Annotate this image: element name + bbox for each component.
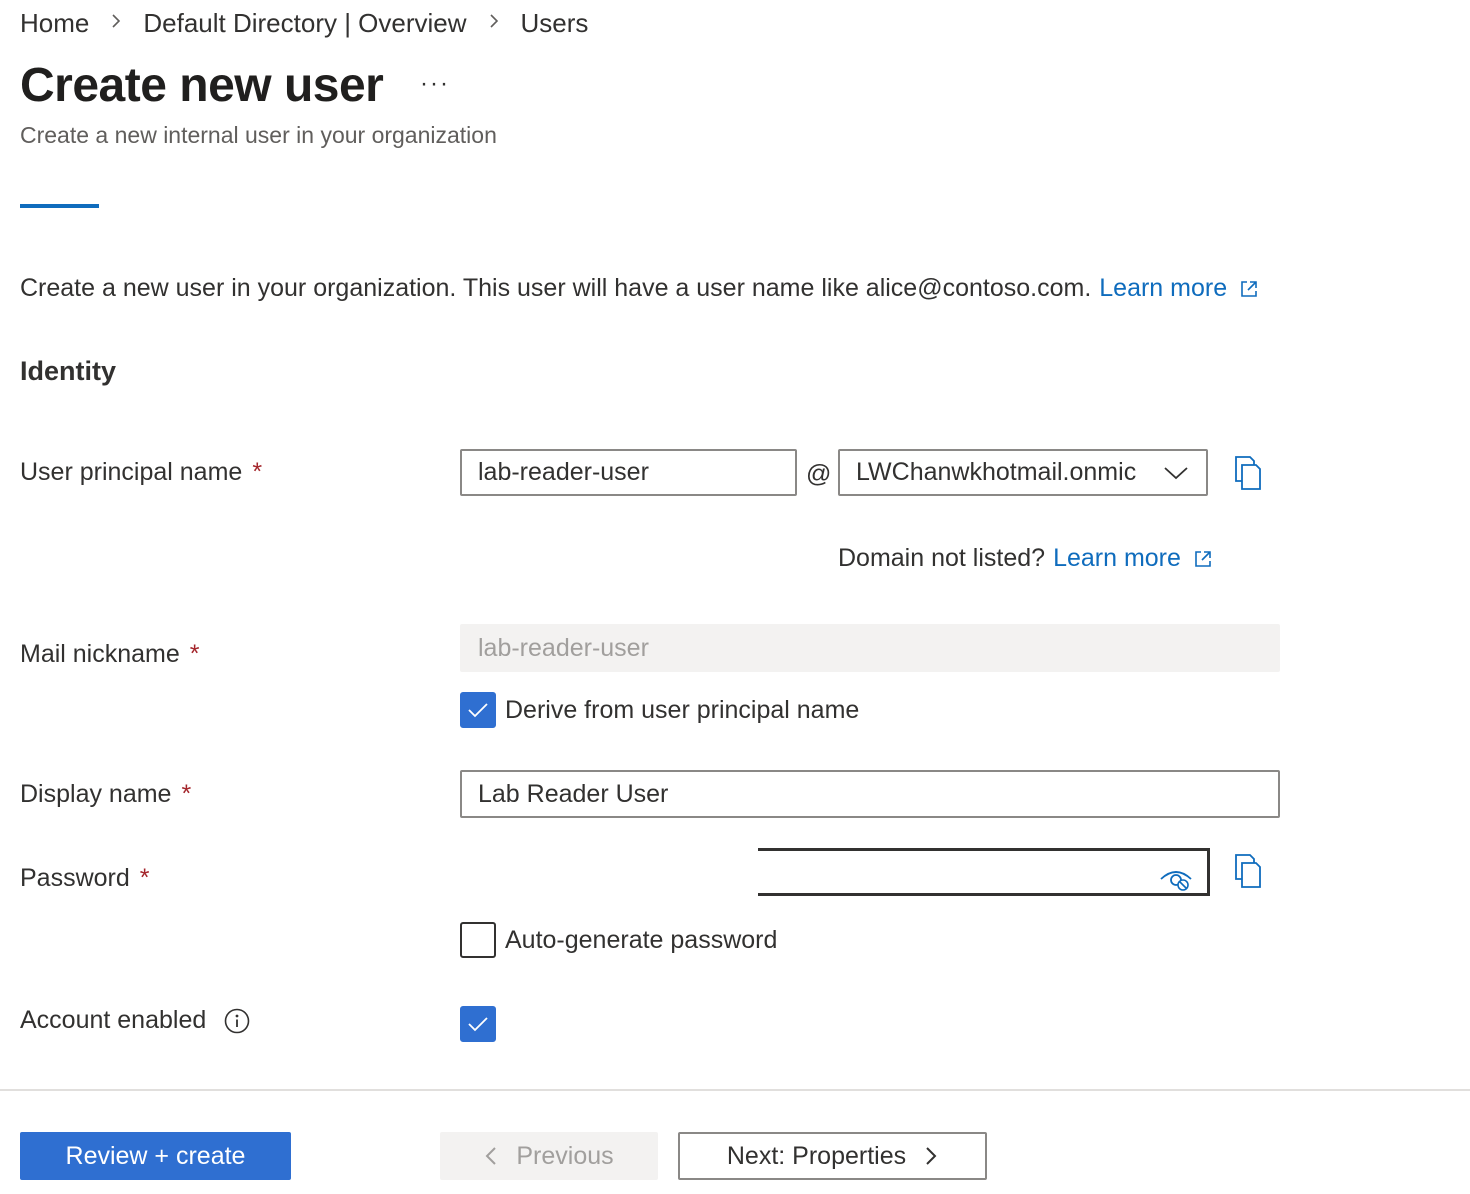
previous-label: Previous <box>516 1141 614 1170</box>
mail-nickname-label: Mail nickname * <box>20 640 200 669</box>
breadcrumb-users[interactable]: Users <box>521 8 589 39</box>
domain-not-listed-note: Domain not listed? Learn more <box>838 544 1213 573</box>
at-symbol: @ <box>806 460 832 488</box>
domain-learn-more-link[interactable]: Learn more <box>1053 544 1181 573</box>
upn-input-value: lab-reader-user <box>478 458 649 486</box>
external-link-icon[interactable] <box>1193 549 1213 569</box>
page-title: Create new user <box>20 59 384 112</box>
chevron-left-icon <box>485 1147 497 1165</box>
eye-hidden-icon[interactable] <box>1159 867 1193 891</box>
copy-icon[interactable] <box>1232 455 1264 491</box>
review-create-label: Review + create <box>65 1141 246 1170</box>
required-mark: * <box>252 458 263 486</box>
breadcrumb-home[interactable]: Home <box>20 8 89 39</box>
upn-input[interactable]: lab-reader-user <box>460 449 797 496</box>
account-enabled-label: Account enabled <box>20 1006 250 1035</box>
account-enabled-label-text: Account enabled <box>20 1006 207 1034</box>
intro-text: Create a new user in your organization. … <box>20 274 1259 303</box>
display-name-label-text: Display name <box>20 780 172 808</box>
upn-label-text: User principal name <box>20 458 243 486</box>
chevron-down-icon <box>1146 465 1206 481</box>
info-icon[interactable] <box>224 1008 250 1034</box>
display-name-value: Lab Reader User <box>478 779 669 808</box>
next-properties-label: Next: Properties <box>726 1141 907 1170</box>
account-enabled-checkbox[interactable] <box>460 1006 496 1042</box>
more-options-button[interactable]: ··· <box>420 70 450 98</box>
checkmark-icon <box>468 1017 488 1032</box>
create-user-page: Home Default Directory | Overview Users … <box>0 0 1470 1194</box>
review-create-button[interactable]: Review + create <box>20 1132 291 1180</box>
copy-icon[interactable] <box>1232 853 1264 889</box>
checkmark-icon <box>468 703 488 718</box>
chevron-right-icon <box>926 1147 937 1165</box>
password-label-text: Password <box>20 864 130 892</box>
upn-label: User principal name * <box>20 458 262 487</box>
auto-generate-password-label[interactable]: Auto-generate password <box>505 926 777 955</box>
intro-learn-more-link[interactable]: Learn more <box>1099 274 1227 303</box>
derive-from-upn-label[interactable]: Derive from user principal name <box>505 696 859 725</box>
mail-nickname-value: lab-reader-user <box>478 633 649 662</box>
next-properties-button[interactable]: Next: Properties <box>678 1132 987 1180</box>
breadcrumb: Home Default Directory | Overview Users <box>20 6 588 40</box>
display-name-label: Display name * <box>20 780 191 809</box>
page-subtitle: Create a new internal user in your organ… <box>20 122 497 148</box>
required-mark: * <box>189 640 200 668</box>
domain-dropdown-value: LWChanwkhotmail.onmic <box>856 458 1137 486</box>
breadcrumb-directory-overview[interactable]: Default Directory | Overview <box>143 8 466 39</box>
password-input[interactable] <box>758 848 1210 896</box>
required-mark: * <box>181 780 192 808</box>
tab-basics-indicator[interactable] <box>20 204 99 208</box>
footer-divider <box>0 1089 1470 1091</box>
chevron-right-icon <box>111 13 121 34</box>
section-title-identity: Identity <box>20 356 117 386</box>
previous-button[interactable]: Previous <box>440 1132 658 1180</box>
password-label: Password * <box>20 864 150 893</box>
intro-description: Create a new user in your organization. … <box>20 274 1092 302</box>
auto-generate-password-checkbox[interactable] <box>460 922 496 958</box>
mail-nickname-label-text: Mail nickname <box>20 640 180 668</box>
mail-nickname-input: lab-reader-user <box>460 624 1280 672</box>
domain-dropdown[interactable]: LWChanwkhotmail.onmic <box>838 449 1208 496</box>
display-name-input[interactable]: Lab Reader User <box>460 770 1280 818</box>
required-mark: * <box>139 864 150 892</box>
chevron-right-icon <box>489 13 499 34</box>
derive-from-upn-checkbox[interactable] <box>460 692 496 728</box>
domain-note-text: Domain not listed? <box>838 544 1046 572</box>
external-link-icon[interactable] <box>1239 279 1259 299</box>
